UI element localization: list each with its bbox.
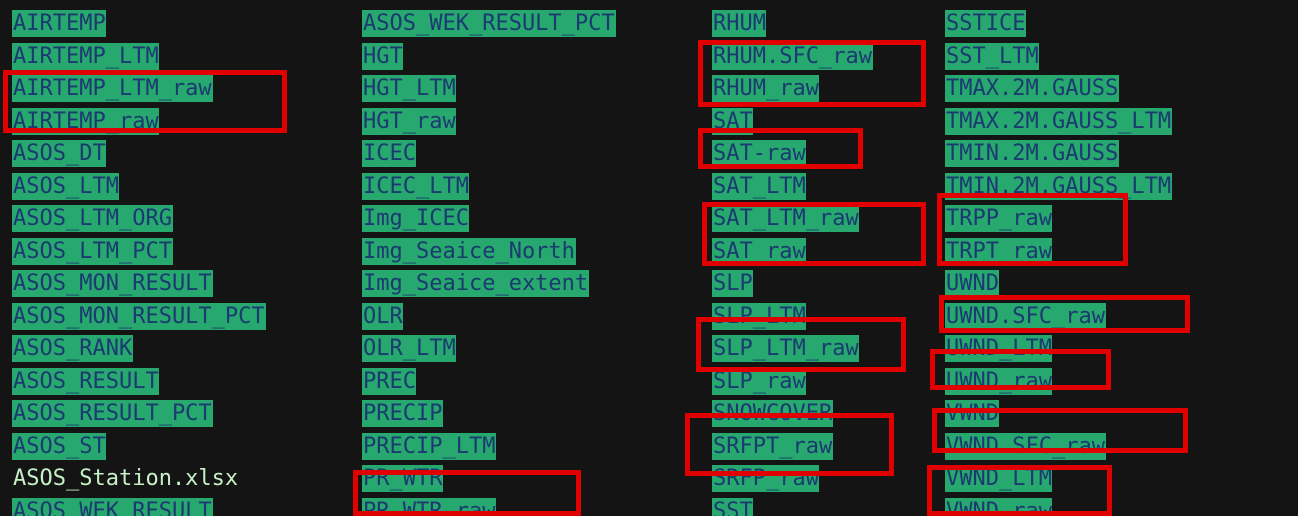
listing-entry: PR_WTR bbox=[362, 465, 443, 492]
listing-entry: PR_WTR_raw bbox=[362, 497, 496, 516]
listing-entry: OLR_LTM bbox=[362, 335, 456, 362]
listing-entry: UWND bbox=[945, 270, 999, 297]
listing-entry: ICEC bbox=[362, 140, 416, 167]
listing-entry: TMAX.2M.GAUSS_LTM bbox=[945, 107, 1172, 135]
listing-entry: HGT_LTM bbox=[362, 75, 456, 102]
listing-entry: ASOS_RANK bbox=[12, 335, 133, 362]
listing-entry: ICEC_LTM bbox=[362, 172, 469, 200]
listing-entry: TMIN.2M.GAUSS_LTM bbox=[945, 172, 1172, 200]
listing-entry: SAT_LTM bbox=[712, 172, 806, 200]
listing-entry: PRECIP bbox=[362, 400, 443, 427]
listing-entry: OLR bbox=[362, 302, 403, 330]
listing-entry: AIRTEMP_LTM_raw bbox=[12, 75, 213, 102]
listing-entry: RHUM.SFC_raw bbox=[712, 42, 873, 70]
listing-entry: ASOS_LTM_ORG bbox=[12, 205, 173, 232]
listing-entry: SLP_raw bbox=[712, 367, 806, 395]
listing-entry: AIRTEMP_raw bbox=[12, 107, 159, 135]
listing-entry: TRPP_raw bbox=[945, 205, 1052, 232]
listing-entry: UWND_LTM bbox=[945, 335, 1052, 362]
listing-entry: HGT_raw bbox=[362, 107, 456, 135]
listing-entry: PRECIP_LTM bbox=[362, 432, 496, 460]
listing-entry: TRPT_raw bbox=[945, 237, 1052, 265]
listing-entry: VWND_raw bbox=[945, 497, 1052, 516]
listing-entry: ASOS_RESULT_PCT bbox=[12, 400, 213, 427]
listing-entry: UWND.SFC_raw bbox=[945, 302, 1106, 330]
listing-entry: AIRTEMP_LTM bbox=[12, 42, 159, 70]
listing-entry: SLP_LTM_raw bbox=[712, 335, 859, 362]
listing-entry: TMAX.2M.GAUSS bbox=[945, 75, 1119, 102]
listing-entry: SST bbox=[712, 497, 753, 516]
listing-entry: SAT_LTM_raw bbox=[712, 205, 859, 232]
listing-entry: Img_Seaice_extent bbox=[362, 270, 589, 297]
listing-entry: ASOS_LTM bbox=[12, 172, 119, 200]
listing-entry: TMIN.2M.GAUSS bbox=[945, 140, 1119, 167]
listing-entry: SLP bbox=[712, 270, 753, 297]
listing-entry: SAT_raw bbox=[712, 237, 806, 265]
previous-output-line bbox=[0, 0, 1298, 4]
listing-entry: SNOWCOVER bbox=[712, 400, 833, 427]
listing-entry: SAT-raw bbox=[712, 140, 806, 167]
listing-entry: SAT bbox=[712, 107, 753, 135]
listing-entry: ASOS_LTM_PCT bbox=[12, 237, 173, 265]
listing-entry: Img_Seaice_North bbox=[362, 237, 576, 265]
listing-entry: ASOS_WEK_RESULT bbox=[12, 497, 213, 516]
listing-entry: ASOS_Station.xlsx bbox=[13, 466, 239, 491]
listing-entry: VWND.SFC_raw bbox=[945, 432, 1106, 460]
listing-entry: ASOS_DT bbox=[12, 140, 106, 167]
listing-entry: SST_LTM bbox=[945, 42, 1039, 70]
listing-entry: RHUM bbox=[712, 10, 766, 37]
listing-entry: SLP_LTM bbox=[712, 302, 806, 330]
listing-entry: PREC bbox=[362, 367, 416, 395]
listing-entry: UWND_raw bbox=[945, 367, 1052, 395]
listing-entry: VWND bbox=[945, 400, 999, 427]
listing-entry: ASOS_ST bbox=[12, 432, 106, 460]
listing-entry: HGT bbox=[362, 42, 403, 70]
listing-entry: Img_ICEC bbox=[362, 205, 469, 232]
listing-entry: SSTICE bbox=[945, 10, 1026, 37]
listing-entry: VWND_LTM bbox=[945, 465, 1052, 492]
listing-entry: ASOS_WEK_RESULT_PCT bbox=[362, 10, 616, 37]
listing-entry: ASOS_MON_RESULT_PCT bbox=[12, 302, 266, 330]
listing-entry: ASOS_RESULT bbox=[12, 367, 159, 395]
terminal-window[interactable]: AIRTEMP AIRTEMP_LTM AIRTEMP_LTM_raw AIRTEMP… bbox=[0, 0, 1298, 516]
listing-entry: SRFP_raw bbox=[712, 465, 819, 492]
listing-entry: SRFPT_raw bbox=[712, 432, 833, 460]
listing-entry: RHUM_raw bbox=[712, 75, 819, 102]
listing-entry: AIRTEMP bbox=[12, 10, 106, 37]
listing-entry: ASOS_MON_RESULT bbox=[12, 270, 213, 297]
